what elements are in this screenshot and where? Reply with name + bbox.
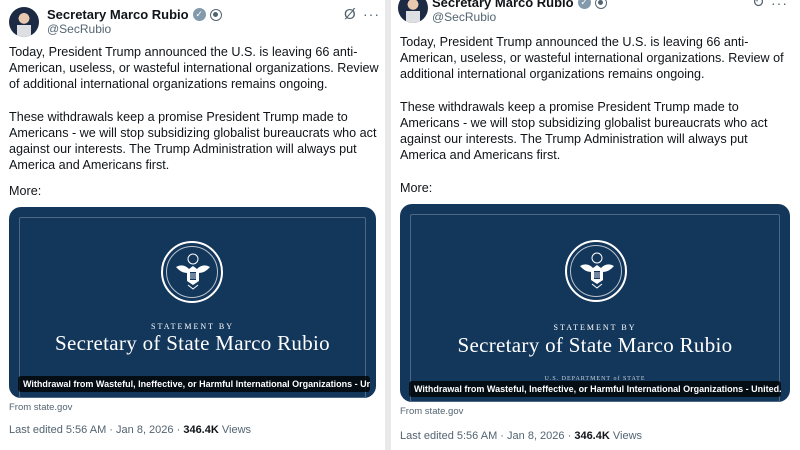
views-count[interactable]: 346.4K [574,430,609,442]
grok-icon[interactable]: ↻ [752,0,765,11]
author-handle[interactable]: @SecRubio [432,10,496,24]
government-badge-icon [594,0,607,9]
post-date[interactable]: Jan 8, 2026 [116,424,174,436]
avatar[interactable] [9,7,39,37]
more-options-icon[interactable]: ··· [771,0,788,10]
post-meta: Last edited 5:56 AM · Jan 8, 2026 · 346.… [9,424,251,436]
meta-separator: · [109,424,113,436]
card-title: Secretary of State Marco Rubio [55,331,330,355]
edited-timestamp[interactable]: Last edited 5:56 AM [400,430,497,442]
views-count[interactable]: 346.4K [183,424,218,436]
card-caption[interactable]: Withdrawal from Wasteful, Ineffective, o… [409,381,781,397]
post-paragraph-2: These withdrawals keep a promise Preside… [400,99,768,163]
views-label: Views [221,424,252,436]
post-paragraph-1: Today, President Trump announced the U.S… [400,35,784,82]
more-options-icon[interactable]: ··· [363,7,380,21]
state-seal-icon [161,241,223,303]
post-left: Secretary Marco Rubio ✓ @SecRubio Ø ··· … [0,0,385,450]
card-title: Secretary of State Marco Rubio [457,333,733,357]
post-meta: Last edited 5:56 AM · Jan 8, 2026 · 346.… [400,430,642,442]
author-name-row: Secretary Marco Rubio ✓ [432,0,607,10]
author-name-row: Secretary Marco Rubio ✓ [47,7,222,22]
post-paragraph-1: Today, President Trump announced the U.S… [9,45,379,92]
post-date[interactable]: Jan 8, 2026 [507,430,565,442]
statement-by-label: STATEMENT BY [553,323,637,332]
meta-separator: · [500,430,504,442]
statement-by-label: STATEMENT BY [151,322,234,331]
meta-separator: · [176,424,181,436]
more-label: More: [9,184,42,198]
card-source[interactable]: From state.gov [9,402,72,413]
edited-timestamp[interactable]: Last edited 5:56 AM [9,424,106,436]
state-seal-icon [565,240,627,302]
author-name[interactable]: Secretary Marco Rubio [432,0,574,10]
card-source[interactable]: From state.gov [400,406,463,417]
government-badge-icon [209,8,222,21]
grok-icon[interactable]: Ø [344,7,356,23]
avatar[interactable] [398,0,428,23]
verified-icon: ✓ [577,0,591,9]
verified-icon: ✓ [192,8,206,21]
link-card[interactable]: STATEMENT BY Secretary of State Marco Ru… [9,207,376,398]
card-caption[interactable]: Withdrawal from Wasteful, Ineffective, o… [18,376,370,392]
post-right: Secretary Marco Rubio ✓ @SecRubio ↻ ··· … [391,0,800,450]
post-text: Today, President Trump announced the U.S… [9,44,381,173]
author-handle[interactable]: @SecRubio [47,22,111,36]
post-text: Today, President Trump announced the U.S… [400,34,796,163]
more-label: More: [400,181,433,195]
author-name[interactable]: Secretary Marco Rubio [47,7,189,22]
meta-separator: · [567,430,572,442]
post-paragraph-2: These withdrawals keep a promise Preside… [9,109,377,173]
link-card[interactable]: STATEMENT BY Secretary of State Marco Ru… [400,204,790,402]
views-label: Views [612,430,643,442]
